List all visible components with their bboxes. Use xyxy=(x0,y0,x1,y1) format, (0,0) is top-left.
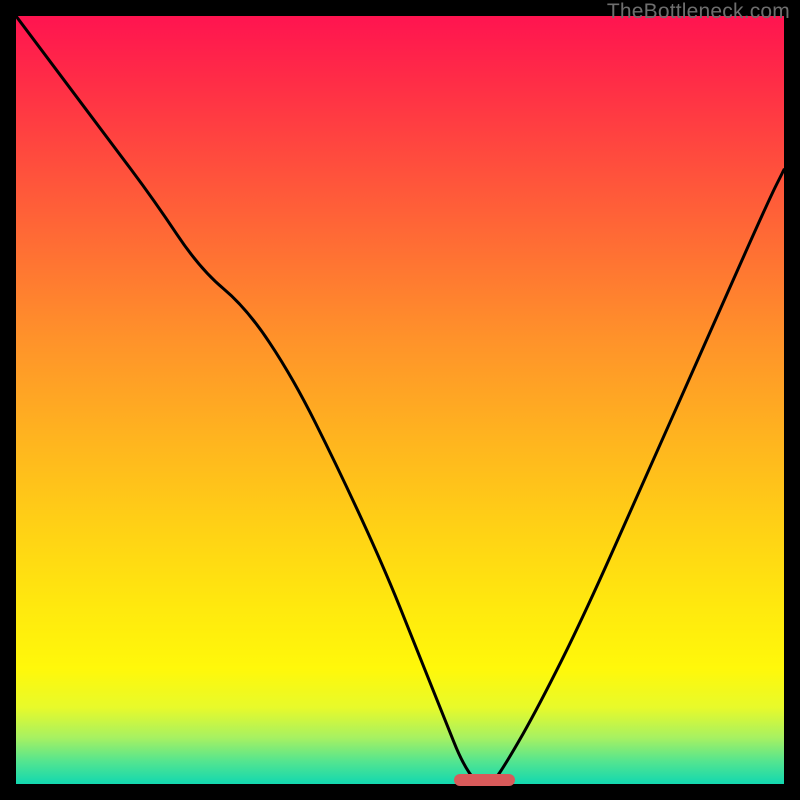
watermark-text: TheBottleneck.com xyxy=(607,0,790,24)
chart-frame: TheBottleneck.com xyxy=(0,0,800,800)
bottleneck-curve xyxy=(16,16,784,784)
optimal-range-marker xyxy=(454,774,515,786)
chart-plot-area xyxy=(16,16,784,784)
